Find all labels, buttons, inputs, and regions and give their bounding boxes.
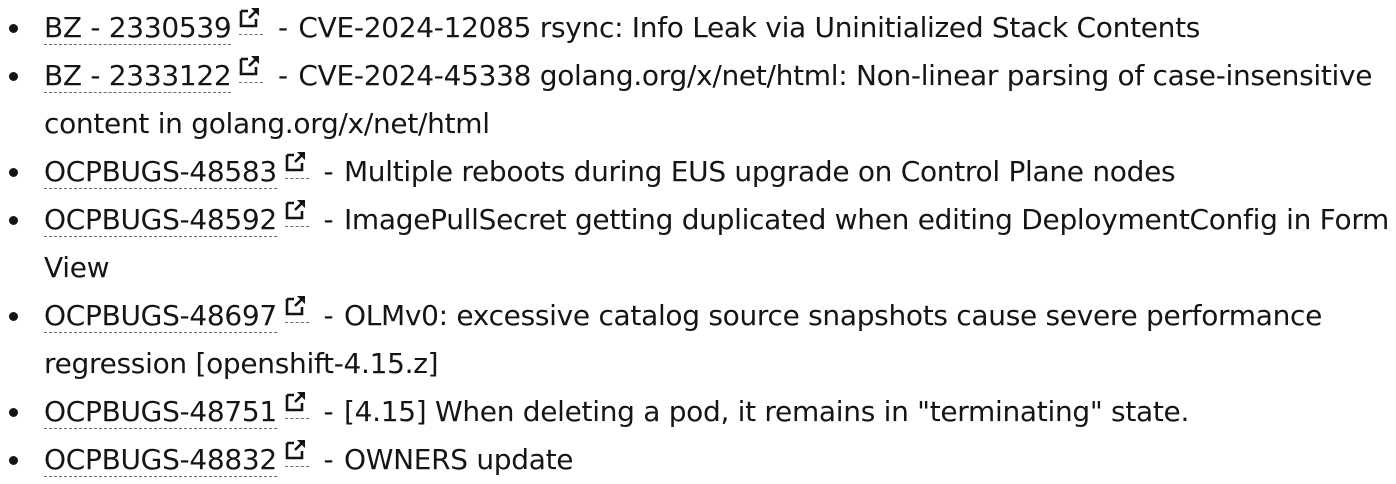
separator: - (269, 11, 297, 44)
external-link-icon[interactable] (239, 54, 264, 83)
bullet-icon (9, 216, 18, 225)
external-link-icon[interactable] (239, 6, 264, 35)
fixed-bugs-list: BZ - 2330539 - CVE-2024-12085 rsync: Inf… (0, 4, 1390, 484)
separator: - (314, 299, 342, 332)
bug-link[interactable]: OCPBUGS-48583 (44, 155, 277, 189)
bug-link[interactable]: OCPBUGS-48697 (44, 299, 277, 333)
bug-link[interactable]: BZ - 2333122 (44, 59, 232, 93)
bug-description: CVE-2024-12085 rsync: Info Leak via Unin… (298, 11, 1201, 44)
separator: - (314, 203, 342, 236)
bullet-icon (9, 168, 18, 177)
separator: - (314, 443, 342, 476)
list-item: OCPBUGS-48751 - [4.15] When deleting a p… (0, 388, 1390, 436)
bug-description: Multiple reboots during EUS upgrade on C… (343, 155, 1176, 188)
bullet-icon (9, 312, 18, 321)
external-link-icon[interactable] (284, 294, 309, 323)
external-link-icon[interactable] (284, 150, 309, 179)
bullet-icon (9, 24, 18, 33)
bullet-icon (9, 456, 18, 465)
bug-description: [4.15] When deleting a pod, it remains i… (343, 395, 1190, 428)
list-item: OCPBUGS-48592 - ImagePullSecret getting … (0, 196, 1390, 292)
bug-link[interactable]: OCPBUGS-48832 (44, 443, 277, 477)
bullet-icon (9, 72, 18, 81)
list-item: OCPBUGS-48583 - Multiple reboots during … (0, 148, 1390, 196)
list-item: OCPBUGS-48697 - OLMv0: excessive catalog… (0, 292, 1390, 388)
separator: - (314, 395, 342, 428)
bug-link[interactable]: BZ - 2330539 (44, 11, 232, 45)
list-item: BZ - 2330539 - CVE-2024-12085 rsync: Inf… (0, 4, 1390, 52)
external-link-icon[interactable] (284, 390, 309, 419)
separator: - (314, 155, 342, 188)
list-item: OCPBUGS-48832 - OWNERS update (0, 436, 1390, 484)
separator: - (269, 59, 297, 92)
list-item: BZ - 2333122 - CVE-2024-45338 golang.org… (0, 52, 1390, 148)
bug-description: OWNERS update (343, 443, 574, 476)
bullet-icon (9, 408, 18, 417)
bug-link[interactable]: OCPBUGS-48751 (44, 395, 277, 429)
external-link-icon[interactable] (284, 438, 309, 467)
bug-link[interactable]: OCPBUGS-48592 (44, 203, 277, 237)
external-link-icon[interactable] (284, 198, 309, 227)
